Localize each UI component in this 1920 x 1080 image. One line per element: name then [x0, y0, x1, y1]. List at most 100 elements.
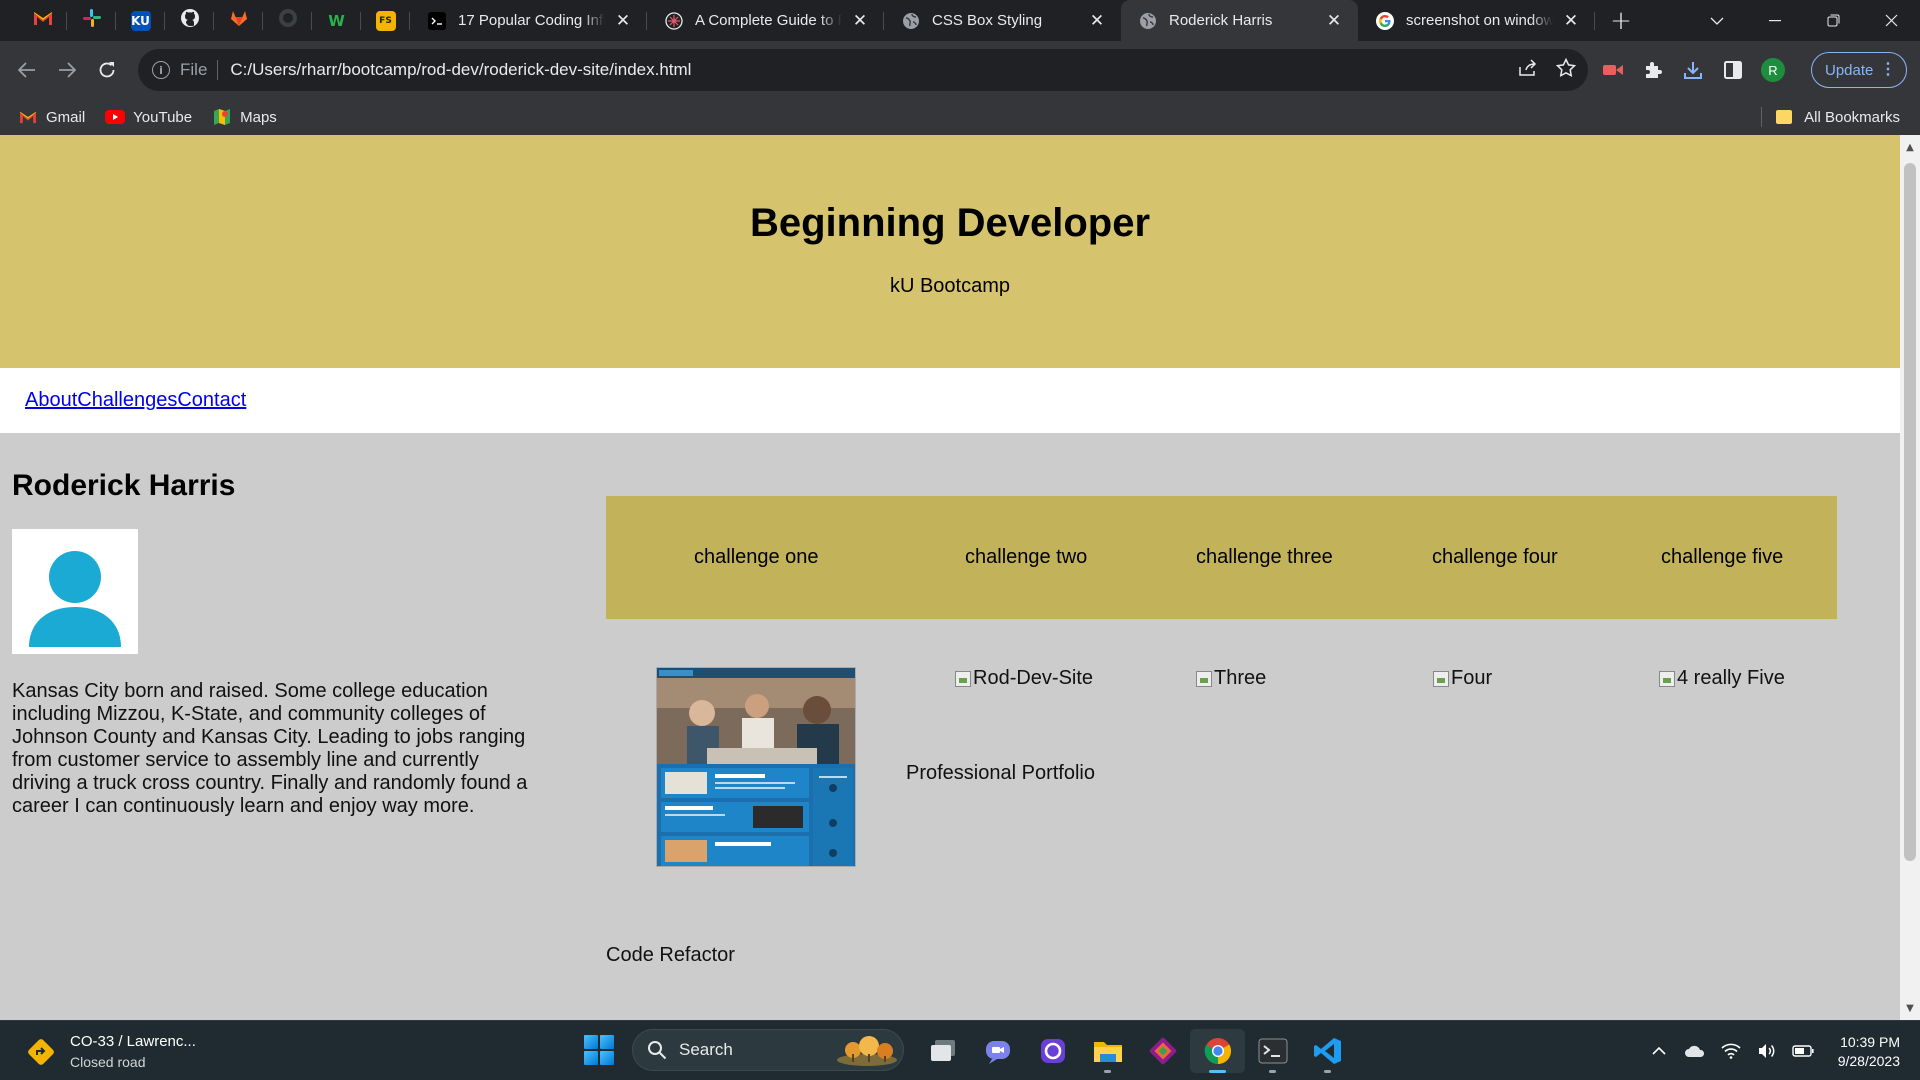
windows-logo-icon — [600, 1051, 614, 1065]
taskbar-apps — [915, 1029, 1355, 1073]
close-icon[interactable]: ✕ — [1561, 11, 1581, 31]
challenge-four-image[interactable]: Four — [1433, 667, 1492, 690]
scroll-up-icon[interactable]: ▲ — [1900, 137, 1920, 157]
github-icon — [180, 8, 200, 33]
pinned-tab-fs[interactable]: FS — [361, 0, 410, 41]
reload-button[interactable] — [87, 50, 127, 90]
tab-roderick-harris[interactable]: Roderick Harris ✕ — [1121, 0, 1358, 41]
page-scrollbar[interactable]: ▲ ▼ — [1900, 135, 1920, 1020]
screencast-extension-icon[interactable] — [1600, 57, 1626, 83]
bookmark-gmail[interactable]: Gmail — [18, 109, 85, 126]
file-explorer-button[interactable] — [1080, 1029, 1135, 1073]
traffic-widget[interactable]: CO-33 / Lawrenc... Closed road — [26, 1032, 196, 1072]
update-button[interactable]: Update ⋮ — [1811, 52, 1907, 88]
pinned-tab-github[interactable] — [165, 0, 214, 41]
pinned-tab-ku[interactable]: KU — [116, 0, 165, 41]
close-icon[interactable]: ✕ — [1087, 11, 1107, 31]
pinned-tab-slack[interactable] — [67, 0, 116, 41]
wifi-icon[interactable] — [1720, 1040, 1742, 1062]
taskbar-search[interactable]: Search — [632, 1029, 904, 1071]
bookmark-label: YouTube — [133, 108, 193, 126]
pinned-tab-w[interactable]: W — [312, 0, 361, 41]
cortana-icon — [1040, 1039, 1065, 1063]
tab-css-box-styling[interactable]: CSS Box Styling ✕ — [884, 0, 1121, 41]
system-tray — [1648, 1021, 1814, 1080]
all-bookmarks-button[interactable]: All Bookmarks — [1761, 99, 1900, 135]
nav-link-challenges[interactable]: Challenges — [77, 389, 177, 412]
back-button[interactable] — [7, 50, 47, 90]
terminal-button[interactable] — [1245, 1029, 1300, 1073]
chevron-up-icon[interactable] — [1648, 1040, 1670, 1062]
tab-title: screenshot on windows — [1406, 12, 1553, 29]
scheme-label: File — [180, 60, 219, 80]
pinned-tab-github-2[interactable] — [263, 0, 312, 41]
tab-screenshot-search[interactable]: screenshot on windows ✕ — [1358, 0, 1595, 41]
close-icon — [1885, 14, 1897, 27]
cortana-button[interactable] — [1025, 1029, 1080, 1073]
challenge-three-image[interactable]: Three — [1196, 667, 1266, 690]
side-panel-icon[interactable] — [1720, 57, 1746, 83]
page-title: Beginning Developer — [749, 201, 1151, 245]
close-window-button[interactable] — [1862, 0, 1920, 41]
css-tricks-icon — [665, 11, 683, 30]
profile-button[interactable]: R — [1760, 57, 1786, 83]
tab-title: A Complete Guide to Fl — [695, 12, 842, 29]
profile-bio: Kansas City born and raised. Some colleg… — [12, 680, 528, 817]
task-view-button[interactable] — [915, 1029, 970, 1073]
profile-name: Roderick Harris — [12, 469, 236, 502]
challenge-one-thumbnail[interactable] — [656, 667, 856, 867]
taskbar-clock[interactable]: 10:39 PM 9/28/2023 — [1838, 1033, 1900, 1071]
image-alt-text: 4 really Five — [1677, 667, 1785, 689]
tab-search-button[interactable] — [1688, 0, 1746, 41]
tab-coding-influencers[interactable]: 17 Popular Coding Influ ✕ — [410, 0, 647, 41]
vscode-button[interactable] — [1300, 1029, 1355, 1073]
omnibox-actions — [1518, 49, 1577, 91]
teams-chat-button[interactable] — [970, 1029, 1025, 1073]
close-icon[interactable]: ✕ — [1324, 11, 1344, 31]
scroll-down-icon[interactable]: ▼ — [1900, 998, 1920, 1018]
puzzle-icon[interactable] — [1640, 57, 1666, 83]
pinned-tab-gmail[interactable] — [18, 0, 67, 41]
windows-logo-icon — [584, 1035, 598, 1049]
chevron-down-icon — [1710, 17, 1724, 25]
close-icon[interactable]: ✕ — [613, 11, 633, 31]
start-button[interactable] — [584, 1035, 614, 1065]
code-refactor-caption: Code Refactor — [606, 944, 735, 966]
close-icon[interactable]: ✕ — [850, 11, 870, 31]
chrome-button[interactable] — [1190, 1029, 1245, 1073]
info-icon[interactable]: i — [152, 61, 170, 79]
arrow-left-icon — [18, 62, 35, 78]
download-icon[interactable] — [1680, 57, 1706, 83]
url-text[interactable]: C:/Users/rharr/bootcamp/rod-dev/roderick… — [230, 60, 691, 80]
challenge-two-image[interactable]: Rod-Dev-Site — [955, 667, 1093, 690]
pinned-tab-gitlab[interactable] — [214, 0, 263, 41]
new-tab-button[interactable]: + — [1601, 0, 1641, 41]
file-explorer-icon — [1093, 1042, 1122, 1062]
onedrive-icon[interactable] — [1684, 1040, 1706, 1062]
broken-image-icon — [955, 670, 971, 687]
search-label: Search — [679, 1040, 733, 1059]
git-app-button[interactable] — [1135, 1029, 1190, 1073]
widget-title: CO-33 / Lawrenc... — [70, 1033, 196, 1050]
clock-date: 9/28/2023 — [1837, 1053, 1900, 1069]
scrollbar-thumb[interactable] — [1904, 163, 1916, 861]
address-bar[interactable]: i File C:/Users/rharr/bootcamp/rod-dev/r… — [138, 49, 1588, 91]
minimize-button[interactable] — [1746, 0, 1804, 41]
challenge-one-label: challenge one — [694, 546, 819, 568]
page-subtitle: kU Bootcamp — [889, 275, 1011, 297]
challenge-five-image[interactable]: 4 really Five — [1659, 667, 1785, 690]
tab-flexbox-guide[interactable]: A Complete Guide to Fl ✕ — [647, 0, 884, 41]
restore-button[interactable] — [1804, 0, 1862, 41]
tab-title: CSS Box Styling — [932, 12, 1043, 29]
star-icon[interactable] — [1555, 57, 1577, 83]
bookmark-maps[interactable]: Maps — [212, 109, 277, 126]
bookmark-youtube[interactable]: YouTube — [105, 109, 192, 126]
battery-icon[interactable] — [1792, 1040, 1814, 1062]
volume-icon[interactable] — [1756, 1040, 1778, 1062]
challenge-three-label: challenge three — [1196, 546, 1333, 568]
forward-button[interactable] — [47, 50, 87, 90]
nav-link-contact[interactable]: Contact — [177, 389, 246, 412]
share-icon[interactable] — [1518, 58, 1538, 82]
bookmark-label: Gmail — [46, 108, 86, 126]
nav-link-about[interactable]: About — [25, 389, 77, 412]
